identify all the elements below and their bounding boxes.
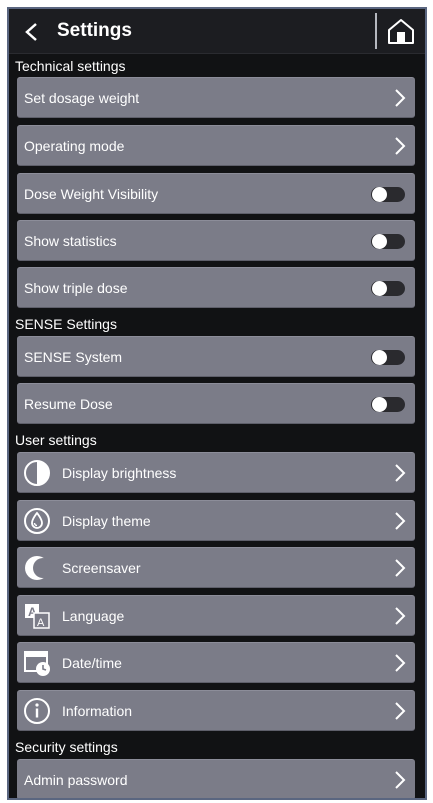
- section-sense-settings: SENSE Settings: [15, 316, 117, 332]
- section-security-settings: Security settings: [15, 739, 118, 755]
- moon-icon: [25, 556, 52, 580]
- dose-weight-visibility-row: Dose Weight Visibility: [17, 173, 415, 214]
- resume-dose-row: Resume Dose: [17, 383, 415, 424]
- svg-text:A: A: [37, 617, 45, 629]
- row-label: Display theme: [62, 513, 151, 529]
- row-label: Show triple dose: [24, 280, 128, 296]
- row-label: Dose Weight Visibility: [24, 186, 159, 202]
- chevron-right-icon: [395, 559, 406, 577]
- row-label: SENSE System: [24, 349, 123, 365]
- toggle-knob: [372, 234, 387, 249]
- show-statistics-toggle[interactable]: [371, 234, 405, 249]
- information-row[interactable]: Information: [17, 690, 415, 731]
- row-label: Date/time: [62, 655, 122, 671]
- toggle-knob: [372, 350, 387, 365]
- back-chevron-icon[interactable]: [21, 21, 43, 43]
- resume-dose-toggle[interactable]: [371, 397, 405, 412]
- toggle-knob: [372, 187, 387, 202]
- top-bar: Settings: [9, 9, 425, 54]
- operating-mode-row[interactable]: Operating mode: [17, 125, 415, 166]
- sense-system-toggle[interactable]: [371, 350, 405, 365]
- dose-weight-visibility-toggle[interactable]: [371, 187, 405, 202]
- show-triple-dose-row: Show triple dose: [17, 267, 415, 308]
- screensaver-row[interactable]: Screensaver: [17, 547, 415, 588]
- row-label: Admin password: [24, 772, 128, 788]
- info-icon: [24, 698, 50, 724]
- toolbar-divider: [375, 13, 377, 49]
- row-label: Operating mode: [24, 138, 125, 154]
- chevron-right-icon: [395, 512, 406, 530]
- chevron-right-icon: [395, 464, 406, 482]
- display-theme-row[interactable]: Display theme: [17, 500, 415, 541]
- admin-password-row[interactable]: Admin password: [17, 759, 415, 798]
- theme-drop-icon: [24, 508, 50, 534]
- row-label: Resume Dose: [24, 396, 113, 412]
- row-label: Information: [62, 703, 133, 719]
- show-statistics-row: Show statistics: [17, 220, 415, 261]
- calendar-clock-icon: [24, 651, 50, 676]
- set-dosage-weight-row[interactable]: Set dosage weight: [17, 77, 415, 118]
- section-user-settings: User settings: [15, 432, 97, 448]
- chevron-right-icon: [395, 654, 406, 672]
- display-brightness-row[interactable]: Display brightness: [17, 452, 415, 493]
- language-icon: A A: [25, 604, 50, 629]
- show-triple-dose-toggle[interactable]: [371, 281, 405, 296]
- chevron-right-icon: [395, 89, 406, 107]
- chevron-right-icon: [395, 137, 406, 155]
- toggle-knob: [372, 397, 387, 412]
- row-label: Display brightness: [62, 465, 177, 481]
- toggle-knob: [372, 281, 387, 296]
- settings-screen: Settings Technical settings Set dosage w…: [7, 7, 427, 800]
- home-icon[interactable]: [386, 16, 416, 46]
- row-label: Show statistics: [24, 233, 117, 249]
- row-label: Set dosage weight: [24, 90, 140, 106]
- language-row[interactable]: A A Language: [17, 595, 415, 636]
- page-title: Settings: [57, 20, 132, 41]
- chevron-right-icon: [395, 702, 406, 720]
- section-technical-settings: Technical settings: [15, 58, 126, 74]
- date-time-row[interactable]: Date/time: [17, 642, 415, 683]
- row-label: Screensaver: [62, 560, 141, 576]
- sense-system-row: SENSE System: [17, 336, 415, 377]
- brightness-icon: [24, 460, 50, 486]
- row-label: Language: [62, 608, 125, 624]
- chevron-right-icon: [395, 771, 406, 789]
- chevron-right-icon: [395, 607, 406, 625]
